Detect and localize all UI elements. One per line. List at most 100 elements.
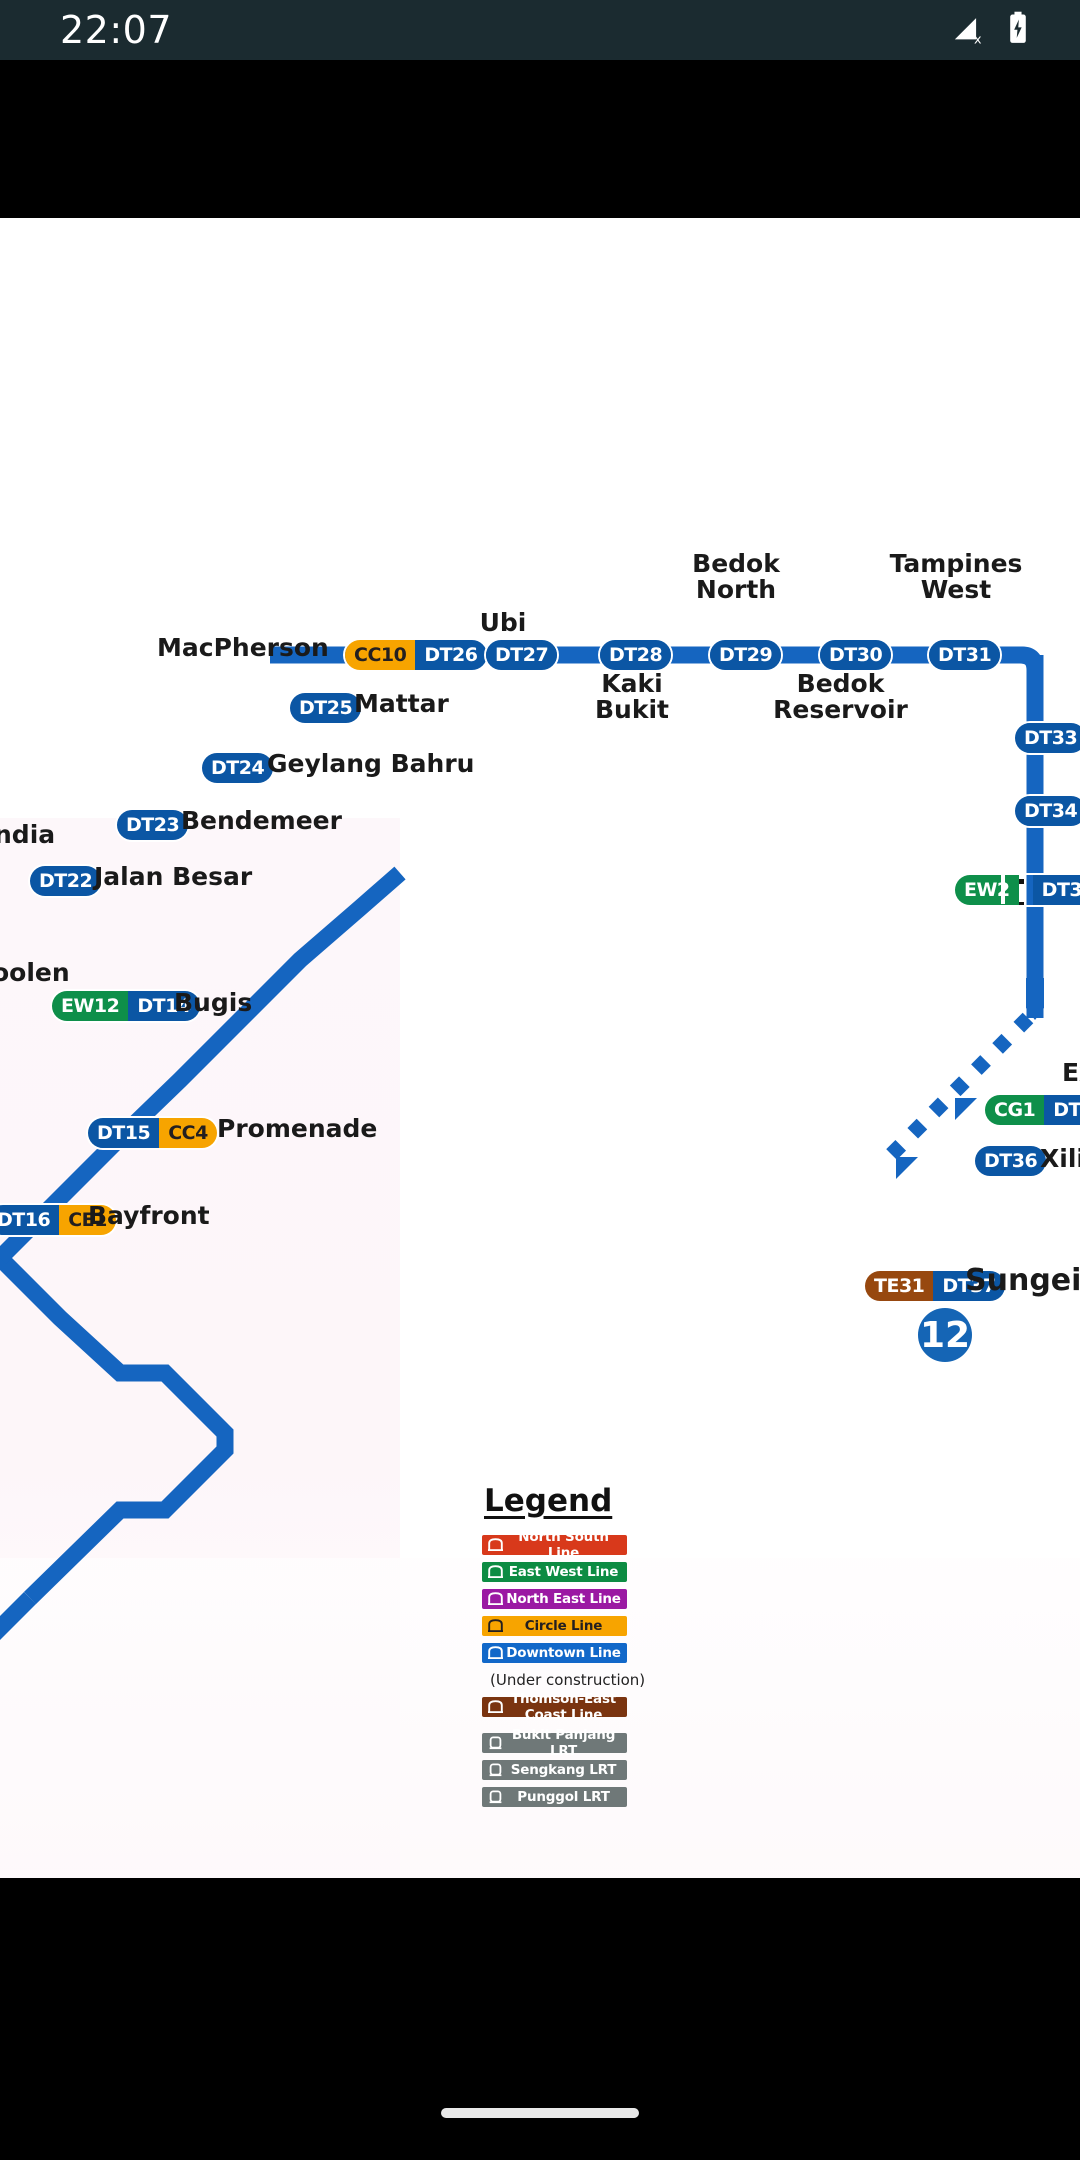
station-label-little-india: ndia	[0, 820, 56, 849]
legend-rows: North South Line East West Line North East…	[482, 1529, 782, 1807]
bullet-code-dt30: DT30	[820, 640, 892, 670]
legend-item-label: Bukit Panjang LRT	[511, 1727, 616, 1759]
legend-item-label: North East Line	[506, 1591, 621, 1607]
station-label-bedok-north: Bedok North	[692, 549, 780, 604]
station-bullet-tampines-west[interactable]: DT31	[929, 640, 1001, 670]
lrt-icon	[485, 1762, 505, 1778]
station-label-bayfront: Bayfront	[88, 1201, 210, 1230]
legend-item-sengkang-lrt: Sengkang LRT	[482, 1760, 627, 1780]
station-bullet-kaki-bukit[interactable]: DT28	[600, 640, 672, 670]
legend-item-label: Punggol LRT	[517, 1789, 610, 1805]
bullet-code-dt26: DT26	[415, 640, 487, 670]
station-bullet-expo[interactable]: CG1 DT35	[985, 1095, 1080, 1125]
bullet-code-dt28: DT28	[600, 640, 672, 670]
train-icon	[485, 1591, 505, 1607]
bullet-code-cc4: CC4	[159, 1118, 217, 1148]
bullet-code-dt29: DT29	[710, 640, 782, 670]
station-label-geylang-bahru: Geylang Bahru	[267, 749, 475, 778]
legend-item-label: Thomson-East Coast Line	[510, 1691, 617, 1723]
legend-title: Legend	[484, 1483, 613, 1519]
station-bullet-bedok-reservoir[interactable]: DT30	[820, 640, 892, 670]
status-bar-icons: x	[952, 11, 1032, 49]
bullet-code-dt31: DT31	[929, 640, 1001, 670]
station-label-bencoolen: oolen	[0, 958, 70, 987]
station-bullet-xilin[interactable]: DT36	[975, 1146, 1047, 1176]
legend-item-bukit-panjang-lrt: Bukit Panjang LRT	[482, 1727, 627, 1759]
station-label-kaki-bukit: Kaki Bukit	[595, 669, 669, 724]
map-marker-12[interactable]: 12	[918, 1308, 972, 1362]
station-label-mattar: Mattar	[354, 689, 449, 718]
station-bullet-tampines[interactable]: EW2 DT32	[955, 875, 1080, 905]
legend-item-label: Circle Line	[524, 1618, 603, 1634]
station-bullet-bendemeer[interactable]: DT23	[117, 810, 189, 840]
station-bullet-bedok-north[interactable]: DT29	[710, 640, 782, 670]
station-bullet-jalan-besar[interactable]: DT22	[30, 866, 102, 896]
bullet-code-dt24: DT24	[202, 753, 274, 783]
station-label-sungei-bedok: Sungei Be	[965, 1263, 1080, 1298]
station-label-macpherson: MacPherson	[157, 633, 329, 662]
bullet-code-cg1: CG1	[985, 1095, 1045, 1125]
station-label-bedok-reservoir: Bedok Reservoir	[773, 669, 908, 724]
station-bullet-ubi[interactable]: DT27	[486, 640, 558, 670]
station-label-xilin: Xilin	[1040, 1144, 1080, 1173]
legend-item-label: Sengkang LRT	[510, 1762, 617, 1778]
legend-item-thomson-east-coast-line: Thomson-East Coast Line	[482, 1691, 627, 1723]
station-bullet-upper-changi[interactable]: DT34	[1015, 796, 1080, 826]
legend: Legend North South Line East West Line Nor…	[482, 1483, 782, 1814]
legend-item-north-east-line: North East Line	[482, 1589, 627, 1609]
svg-text:x: x	[974, 33, 982, 45]
station-label-expo: Ex	[1062, 1058, 1080, 1087]
station-label-ubi: Ubi	[479, 608, 527, 637]
bullet-code-dt27: DT27	[486, 640, 558, 670]
bullet-code-dt16: DT16	[0, 1205, 60, 1235]
bullet-code-ew2: EW2	[955, 875, 1019, 905]
bullet-code-te31: TE31	[865, 1271, 934, 1301]
legend-item-punggol-lrt: Punggol LRT	[482, 1787, 627, 1807]
bottom-letterbox	[0, 1878, 1080, 2160]
bullet-code-dt25: DT25	[290, 693, 362, 723]
lrt-icon	[485, 1735, 505, 1751]
legend-item-circle-line: Circle Line	[482, 1616, 627, 1636]
battery-charging-icon	[1004, 11, 1032, 49]
bullet-code-ew12: EW12	[52, 991, 129, 1021]
train-icon	[485, 1645, 505, 1661]
station-bullet-geylang-bahru[interactable]: DT24	[202, 753, 274, 783]
station-bullet-macpherson[interactable]: CC10 DT26	[345, 640, 487, 670]
legend-item-downtown-line: Downtown Line	[482, 1643, 627, 1663]
station-label-tampines-west: Tampines West	[889, 549, 1023, 604]
top-letterbox	[0, 60, 1080, 218]
status-bar-clock: 22:07	[60, 8, 173, 52]
bullet-code-dt23: DT23	[117, 810, 189, 840]
bullet-code-dt34: DT34	[1015, 796, 1080, 826]
station-bullet-tampines-east[interactable]: DT33	[1015, 723, 1080, 753]
bullet-code-dt32: DT32	[1032, 875, 1080, 905]
bullet-code-dt15: DT15	[88, 1118, 160, 1148]
legend-under-construction-row: (Under construction)	[482, 1670, 645, 1690]
bullet-code-dt36: DT36	[975, 1146, 1047, 1176]
home-indicator[interactable]	[441, 2108, 639, 2118]
bullet-code-cc10: CC10	[345, 640, 416, 670]
station-label-bugis: Bugis	[174, 988, 253, 1017]
bullet-code-dt35: DT35	[1044, 1095, 1080, 1125]
station-bullet-mattar[interactable]: DT25	[290, 693, 362, 723]
signal-off-icon: x	[952, 11, 986, 49]
legend-under-construction-note: (Under construction)	[490, 1671, 646, 1689]
station-bullet-promenade[interactable]: DT15 CC4	[88, 1118, 217, 1148]
bullet-code-dt33: DT33	[1015, 723, 1080, 753]
station-label-promenade: Promenade	[217, 1114, 378, 1143]
train-icon	[485, 1699, 505, 1715]
lrt-icon	[485, 1789, 505, 1805]
status-bar: 22:07 x	[0, 0, 1080, 60]
mrt-map[interactable]: CC10 DT26 DT27 DT28 DT29 DT30 DT31 EW2 D…	[0, 218, 1080, 1878]
train-icon	[485, 1537, 505, 1553]
station-label-bendemeer: Bendemeer	[181, 806, 342, 835]
legend-item-east-west-line: East West Line	[482, 1562, 627, 1582]
train-icon	[485, 1564, 505, 1580]
legend-item-label: Downtown Line	[506, 1645, 621, 1661]
station-label-jalan-besar: Jalan Besar	[94, 862, 253, 891]
legend-item-north-south-line: North South Line	[482, 1529, 627, 1561]
mrt-map-viewport[interactable]: CC10 DT26 DT27 DT28 DT29 DT30 DT31 EW2 D…	[0, 218, 1080, 1878]
train-icon	[485, 1618, 505, 1634]
bullet-code-dt22: DT22	[30, 866, 102, 896]
legend-item-label: East West Line	[508, 1564, 619, 1580]
